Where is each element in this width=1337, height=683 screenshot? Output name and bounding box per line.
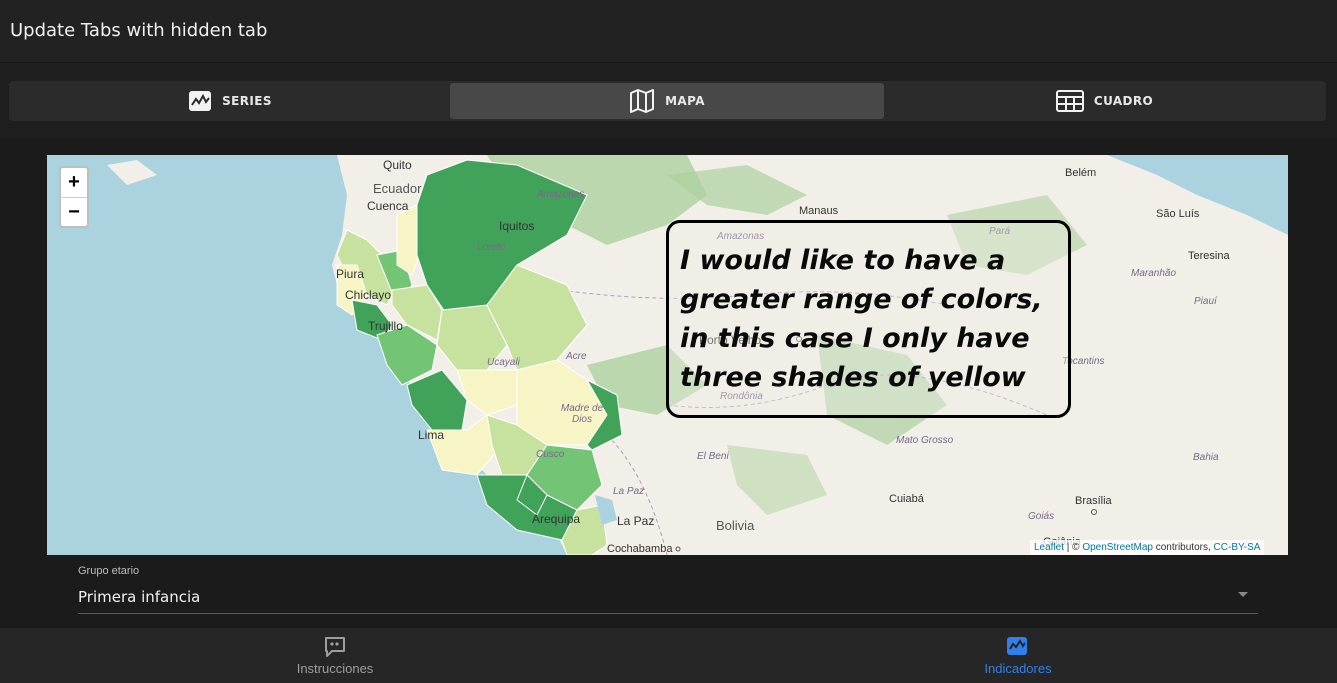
- map-label: Maranhão: [1131, 268, 1177, 279]
- tab-label: SERIES: [222, 94, 272, 108]
- tab-bar: SERIES MAPA CUADRO: [9, 81, 1326, 121]
- license-link[interactable]: CC-BY-SA: [1214, 542, 1261, 553]
- map-label: Ucayali: [487, 357, 520, 368]
- map-attribution: Leaflet | © OpenStreetMap contributors, …: [1030, 540, 1265, 555]
- map-label: Manaus: [799, 205, 839, 217]
- tab-cuadro[interactable]: CUADRO: [885, 83, 1324, 119]
- zoom-control: + −: [59, 166, 89, 228]
- map-label: Mato Grosso: [896, 435, 954, 446]
- select-value: Primera infancia: [78, 588, 201, 606]
- map-icon: [630, 89, 655, 113]
- table-icon: [1055, 90, 1084, 112]
- zoom-in-button[interactable]: +: [61, 168, 87, 198]
- nav-label: Instrucciones: [296, 661, 374, 676]
- map-label: Cochabamba: [607, 543, 673, 555]
- map-label: Bahia: [1193, 452, 1219, 463]
- annotation-callout: I would like to have a greater range of …: [666, 220, 1071, 418]
- map-label: Goiás: [1028, 511, 1055, 522]
- chat-quote-icon: [325, 637, 345, 657]
- select-label: Grupo etario: [78, 565, 140, 577]
- map-label: Iquitos: [499, 219, 535, 233]
- osm-link[interactable]: OpenStreetMap: [1082, 542, 1153, 553]
- nav-label: Indicadores: [984, 661, 1052, 676]
- map-label: Acre: [566, 351, 587, 362]
- nav-indicadores[interactable]: Indicadores: [868, 628, 1168, 683]
- nav-instrucciones[interactable]: Instrucciones: [185, 628, 485, 683]
- age-group-select[interactable]: Grupo etario Primera infancia: [78, 562, 1258, 614]
- attribution-separator: | ©: [1064, 542, 1083, 553]
- tab-mapa[interactable]: MAPA: [450, 83, 884, 119]
- map-label: Teresina: [1188, 250, 1230, 262]
- map-label: Brasília: [1075, 495, 1112, 507]
- chevron-down-icon: [1238, 592, 1248, 597]
- app-title: Update Tabs with hidden tab: [10, 20, 268, 41]
- chart-icon: [1007, 637, 1027, 655]
- tab-label: MAPA: [665, 94, 705, 108]
- select-underline: [78, 613, 1258, 614]
- attribution-contributors: contributors,: [1152, 542, 1214, 553]
- map-label: Piura: [336, 267, 365, 281]
- map-label: Quito: [383, 158, 412, 172]
- tab-label: CUADRO: [1093, 94, 1154, 108]
- map-label: Cuiabá: [889, 493, 924, 505]
- map-label: Trujillo: [368, 319, 403, 333]
- tab-series[interactable]: SERIES: [11, 83, 449, 119]
- map-label: Madre de Dios: [560, 403, 604, 425]
- map-label: Bolivia: [716, 518, 755, 533]
- map-label: Cuenca: [367, 199, 409, 213]
- map-label: Loreto: [477, 242, 506, 253]
- map-label: Ecuador: [373, 181, 422, 196]
- map-label: Lima: [418, 428, 445, 442]
- zoom-out-button[interactable]: −: [61, 198, 87, 227]
- map-label: Belém: [1065, 167, 1097, 179]
- map-label: Arequipa: [532, 512, 581, 526]
- app-bar: Update Tabs with hidden tab: [0, 0, 1337, 63]
- leaflet-link[interactable]: Leaflet: [1034, 542, 1064, 553]
- map-label: La Paz: [617, 514, 655, 528]
- map-label: Amazonas: [537, 189, 585, 200]
- map-label: La Paz: [613, 486, 645, 497]
- chart-icon: [189, 91, 212, 111]
- map-label: Chiclayo: [345, 288, 392, 302]
- map-label: Piauí: [1194, 296, 1217, 307]
- annotation-text: I would like to have a greater range of …: [680, 245, 1043, 393]
- map-label: El Beni: [697, 451, 729, 462]
- map-label: Cusco: [536, 449, 565, 460]
- map-label: São Luís: [1156, 208, 1200, 220]
- bottom-navigation: Instrucciones Indicadores: [0, 628, 1337, 683]
